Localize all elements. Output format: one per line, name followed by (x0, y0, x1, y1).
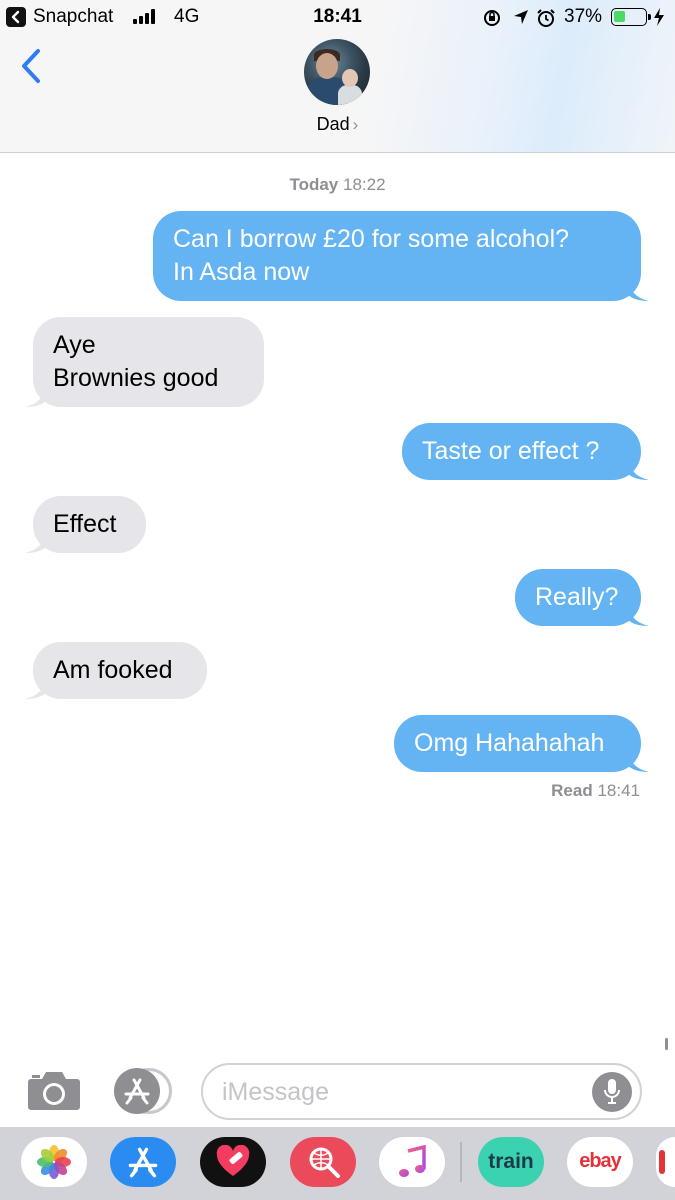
drawer-divider (460, 1142, 462, 1182)
charging-bolt-icon (654, 8, 664, 26)
battery-level-fill (614, 11, 625, 22)
web-search-app-button[interactable] (290, 1137, 356, 1187)
alarm-icon (537, 9, 555, 27)
contact-name[interactable]: Dad (317, 114, 350, 134)
received-message-bubble[interactable]: Am fooked (25, 642, 207, 699)
app-drawer-button[interactable] (114, 1068, 160, 1114)
photos-app-button[interactable] (21, 1137, 87, 1187)
heart-sticker-icon (216, 1145, 250, 1176)
heart-sticker-app-button[interactable] (200, 1137, 266, 1187)
sent-message-bubble[interactable]: Taste or effect ? (402, 423, 649, 480)
sent-message-bubble[interactable]: Can I borrow £20 for some alcohol? In As… (153, 211, 649, 301)
chevron-right-icon: › (352, 115, 359, 134)
read-receipt-label: Read (551, 781, 593, 800)
sent-message-bubble[interactable]: Omg Hahahahah (394, 715, 649, 772)
bubble-tail (25, 677, 47, 699)
bubble-tail (25, 531, 47, 553)
trainline-app-button[interactable]: train (478, 1137, 544, 1187)
message-line: Taste or effect ? (422, 437, 600, 465)
music-icon (399, 1145, 426, 1177)
message-line: Aye (53, 331, 96, 359)
app-store-icon (128, 1147, 158, 1178)
message-line: Effect (53, 510, 117, 538)
timestamp-day: Today (289, 175, 339, 194)
conversation-header: Snapchat 4G 18:41 37% Dad › (0, 0, 675, 153)
message-line: Brownies good (53, 364, 219, 392)
contact-name-button[interactable]: Dad › (0, 114, 675, 135)
message-line: Can I borrow £20 for some alcohol? (173, 225, 570, 253)
music-app-button[interactable] (379, 1137, 445, 1187)
timestamp-time: 18:22 (343, 175, 386, 194)
bubble-tail (627, 279, 649, 301)
orientation-lock-icon (484, 10, 500, 26)
camera-icon[interactable] (27, 1069, 81, 1111)
bubble-tail (25, 385, 47, 407)
app-store-app-button[interactable] (110, 1137, 176, 1187)
imessage-app-drawer: train ebay (0, 1127, 675, 1200)
contact-avatar[interactable] (304, 39, 370, 105)
location-arrow-icon (514, 10, 528, 24)
sent-message-bubble[interactable]: Really? (515, 569, 649, 626)
message-line: Am fooked (53, 656, 173, 684)
read-receipt-time: 18:41 (597, 781, 640, 800)
received-message-bubble[interactable]: Effect (25, 496, 146, 553)
battery-percent: 37% (564, 6, 603, 27)
bubble-tail (627, 750, 649, 772)
bubble-tail (627, 604, 649, 626)
web-search-icon (309, 1147, 340, 1178)
message-compose-field[interactable] (201, 1063, 642, 1120)
imessage-input[interactable] (222, 1075, 582, 1109)
received-message-bubble[interactable]: Aye Brownies good (25, 317, 264, 407)
message-line: In Asda now (173, 258, 310, 286)
message-line: Really? (535, 583, 619, 611)
photos-icon (37, 1145, 71, 1179)
back-chevron-icon[interactable] (18, 48, 44, 84)
battery-icon (611, 8, 651, 26)
status-bar: Snapchat 4G 18:41 37% (0, 0, 675, 34)
scroll-indicator[interactable] (665, 1038, 668, 1050)
app-store-icon (124, 1078, 150, 1105)
conversation-timestamp: Today 18:22 (0, 175, 675, 195)
microphone-icon (604, 1079, 620, 1104)
trainline-icon: train (488, 1150, 534, 1173)
dictation-button[interactable] (592, 1072, 632, 1112)
ebay-icon: ebay (579, 1150, 622, 1172)
more-app-button[interactable] (656, 1137, 675, 1187)
read-receipt: Read 18:41 (551, 781, 640, 801)
message-line: Omg Hahahahah (414, 729, 605, 757)
ebay-app-button[interactable]: ebay (567, 1137, 633, 1187)
bubble-tail (627, 458, 649, 480)
